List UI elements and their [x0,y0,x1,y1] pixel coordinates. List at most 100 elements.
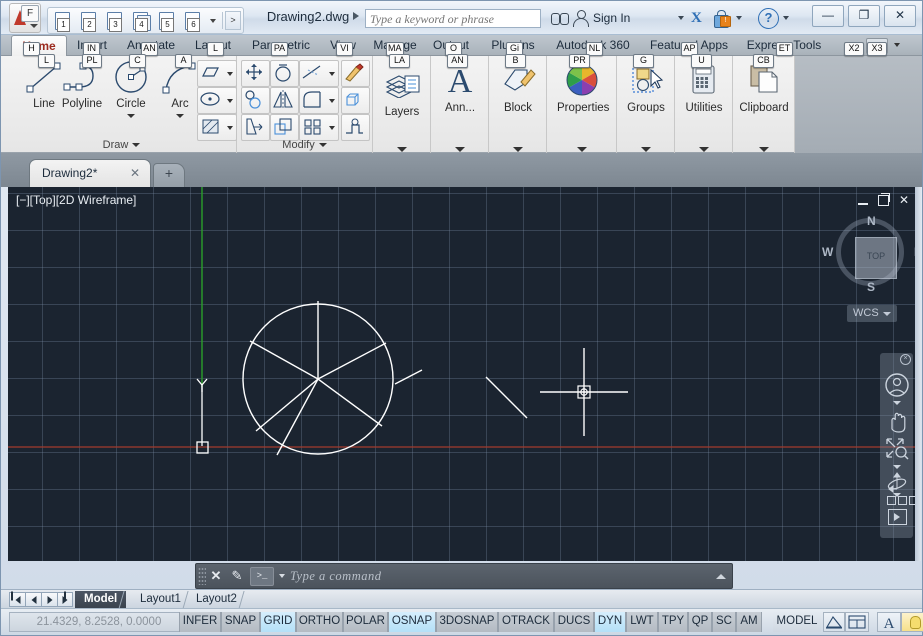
document-tab-drawing2[interactable]: Drawing2* ✕ [29,159,151,188]
chevron-down-icon[interactable] [736,16,742,20]
status-toggle-ducs[interactable]: DUCS [554,612,594,632]
open-button[interactable]: 2 [77,10,101,31]
groups-panel-expand[interactable] [641,147,651,152]
match-properties-button[interactable] [341,60,370,87]
utilities-panel-expand[interactable] [699,147,709,152]
autodesk-360-icon[interactable]: ! [714,9,731,27]
clipboard-panel-expand[interactable] [759,147,769,152]
arc-dropdown-icon[interactable] [176,114,184,118]
3d-array-button[interactable] [341,87,370,114]
save-button[interactable]: 3 [103,10,127,31]
viewport-minimize-icon[interactable] [858,203,868,205]
undo-button[interactable]: 6 [181,10,205,31]
status-toggle-sc[interactable]: SC [712,612,736,632]
layout-tab-layout2[interactable]: Layout2 [187,591,246,609]
array-dropdown[interactable] [326,114,339,141]
status-toggle-am[interactable]: AM [736,612,762,632]
annotation-visibility-bulb-icon[interactable] [901,612,923,632]
qat-overflow-button[interactable]: > [225,11,241,30]
prev-layout-button[interactable] [25,592,41,607]
command-prompt-icon[interactable]: >_ [250,567,274,586]
copy-button[interactable] [241,87,270,114]
rotate-button[interactable] [270,60,299,87]
search-icon[interactable] [551,11,569,25]
stretch-button[interactable] [241,114,270,141]
maximize-button[interactable]: ❐ [848,5,880,27]
showmotion-icon[interactable] [887,496,917,505]
command-line[interactable]: ✕ ✎ >_ Type a command [195,563,733,589]
new-tab-button[interactable] [153,163,185,189]
move-button[interactable] [241,60,270,87]
layer-properties-button[interactable]: Layers [377,66,427,103]
annotation-panel-expand[interactable] [455,147,465,152]
draw-panel-label[interactable]: Draw [7,139,236,151]
plot-button[interactable]: 5 [155,10,179,31]
navbar-close-icon[interactable]: × [900,354,911,365]
ellipse-button[interactable] [197,87,226,114]
vertical-scrollbar[interactable] [915,187,921,561]
next-layout-button[interactable] [41,592,57,607]
viewport-label[interactable]: [−][Top][2D Wireframe] [16,193,136,207]
hatch-button[interactable] [197,114,226,141]
viewport-close-icon[interactable]: ✕ [899,193,909,207]
status-toggle-dyn[interactable]: DYN [594,612,626,632]
chevron-down-icon[interactable] [893,465,901,469]
viewcube-south[interactable]: S [867,280,875,294]
fillet-dropdown[interactable] [326,87,339,114]
layout-icon[interactable] [845,612,869,632]
command-line-grip[interactable] [198,567,206,585]
zoom-extents-icon[interactable] [880,435,913,466]
viewcube-west[interactable]: W [822,245,833,259]
status-toggle-osnap[interactable]: OSNAP [388,612,436,632]
showmotion-play-icon[interactable] [888,509,907,525]
hatch-dropdown[interactable] [224,114,237,141]
command-history-icon[interactable] [716,574,726,579]
chevron-down-icon[interactable] [783,16,789,20]
command-input[interactable]: Type a command [290,569,716,584]
scale-button[interactable] [270,114,299,141]
layout-tab-model[interactable]: Model [75,591,126,609]
customize-wrench-icon[interactable]: ✎ [226,568,248,584]
ellipse-dropdown[interactable] [224,87,237,114]
chevron-down-icon[interactable] [894,43,900,47]
first-layout-button[interactable] [9,592,25,607]
coordinates-display[interactable]: 21.4329, 8.2528, 0.0000 [9,612,189,632]
rectangle-dropdown[interactable] [224,60,237,87]
status-toggle-lwt[interactable]: LWT [626,612,658,632]
exchange-app-icon[interactable]: X [691,10,702,27]
new-button[interactable]: 1 [51,10,75,31]
application-menu-button[interactable]: F [9,3,41,33]
chevron-down-icon[interactable] [210,19,216,23]
circle-dropdown-icon[interactable] [127,114,135,118]
layout-tab-layout1[interactable]: Layout1 [131,591,190,609]
annotation-scale-icon[interactable]: A [877,612,901,632]
drawing-canvas[interactable]: [−][Top][2D Wireframe] ✕ TOP N S W E WCS… [8,187,917,561]
status-toggle-3dosnap[interactable]: 3DOSNAP [436,612,498,632]
trim-button[interactable] [299,60,328,87]
status-toggle-tpy[interactable]: TPY [658,612,688,632]
wcs-selector[interactable]: WCS [847,305,897,322]
layers-panel-expand[interactable] [397,147,407,152]
mirror-button[interactable] [270,87,299,114]
viewcube-north[interactable]: N [867,214,876,228]
search-input[interactable] [366,11,540,28]
explode-button[interactable] [341,114,370,141]
minimize-button[interactable]: — [812,5,844,27]
help-icon[interactable]: ? [758,8,779,29]
modify-panel-label[interactable]: Modify [237,139,372,151]
properties-panel-expand[interactable] [577,147,587,152]
status-toggle-snap[interactable]: SNAP [221,612,260,632]
viewcube-top-face[interactable]: TOP [855,237,897,279]
status-toggle-grid[interactable]: GRID [260,612,296,632]
chevron-down-icon[interactable] [279,574,285,578]
view-cube[interactable]: TOP N S W E [836,218,908,290]
fillet-button[interactable] [299,87,328,114]
close-icon[interactable]: ✕ [130,166,140,180]
status-toggle-qp[interactable]: QP [688,612,712,632]
status-toggle-otrack[interactable]: OTRACK [498,612,554,632]
viewport-icon[interactable] [823,612,845,632]
status-toggle-infer[interactable]: INFER [179,612,221,632]
close-button[interactable]: ✕ [884,5,916,27]
steering-wheel-icon[interactable] [880,371,913,404]
title-expand-icon[interactable] [353,12,359,20]
